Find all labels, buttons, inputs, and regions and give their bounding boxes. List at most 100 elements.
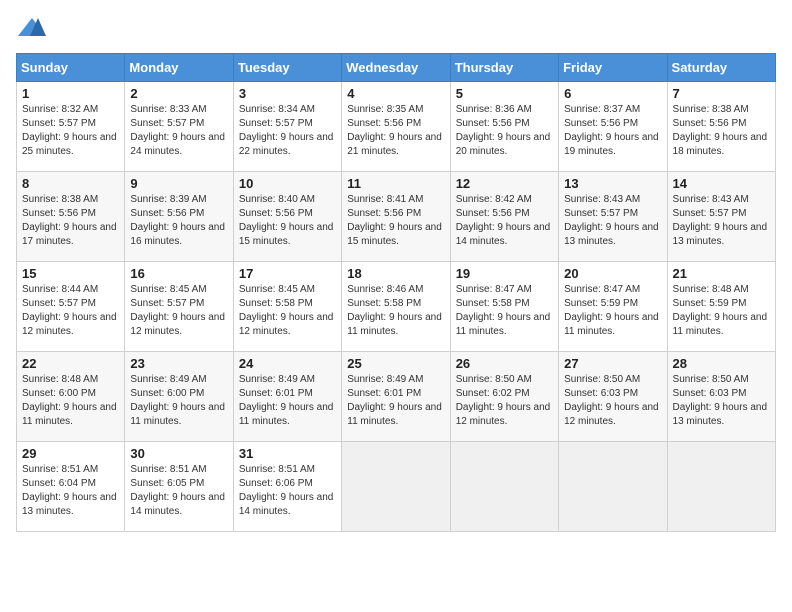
calendar-cell: 1 Sunrise: 8:32 AMSunset: 5:57 PMDaylight… [17, 82, 125, 172]
calendar-week-row: 29Sunrise: 8:51 AMSunset: 6:04 PMDayligh… [17, 442, 776, 532]
day-info: Sunrise: 8:46 AMSunset: 5:58 PMDaylight:… [347, 284, 442, 337]
day-number: 16 [130, 266, 227, 281]
calendar-cell: 26 Sunrise: 8:50 AMSunset: 6:02 PMDayligh… [450, 352, 558, 442]
calendar-cell: 8 Sunrise: 8:38 AMSunset: 5:56 PMDaylight… [17, 172, 125, 262]
calendar-week-row: 15 Sunrise: 8:44 AMSunset: 5:57 PMDayligh… [17, 262, 776, 352]
day-number: 15 [22, 266, 119, 281]
day-number: 22 [22, 356, 119, 371]
day-number: 17 [239, 266, 336, 281]
calendar-cell [667, 442, 775, 532]
day-info: Sunrise: 8:50 AMSunset: 6:03 PMDaylight:… [673, 374, 768, 427]
day-number: 24 [239, 356, 336, 371]
day-info: Sunrise: 8:37 AMSunset: 5:56 PMDaylight:… [564, 104, 659, 157]
calendar-cell: 21 Sunrise: 8:48 AMSunset: 5:59 PMDayligh… [667, 262, 775, 352]
day-number: 3 [239, 86, 336, 101]
day-info: Sunrise: 8:44 AMSunset: 5:57 PMDaylight:… [22, 284, 117, 337]
day-number: 30 [130, 446, 227, 461]
day-number: 9 [130, 176, 227, 191]
calendar-cell: 9 Sunrise: 8:39 AMSunset: 5:56 PMDaylight… [125, 172, 233, 262]
day-number: 29 [22, 446, 119, 461]
weekday-header-thursday: Thursday [450, 54, 558, 82]
calendar-cell: 15 Sunrise: 8:44 AMSunset: 5:57 PMDayligh… [17, 262, 125, 352]
day-info: Sunrise: 8:43 AMSunset: 5:57 PMDaylight:… [564, 194, 659, 247]
day-number: 5 [456, 86, 553, 101]
day-number: 8 [22, 176, 119, 191]
calendar-cell: 19Sunrise: 8:47 AMSunset: 5:58 PMDayligh… [450, 262, 558, 352]
calendar-table: SundayMondayTuesdayWednesdayThursdayFrid… [16, 53, 776, 532]
day-info: Sunrise: 8:45 AMSunset: 5:57 PMDaylight:… [130, 284, 225, 337]
day-number: 26 [456, 356, 553, 371]
day-number: 12 [456, 176, 553, 191]
day-info: Sunrise: 8:42 AMSunset: 5:56 PMDaylight:… [456, 194, 551, 247]
day-info: Sunrise: 8:47 AMSunset: 5:58 PMDaylight:… [456, 284, 551, 337]
day-info: Sunrise: 8:35 AMSunset: 5:56 PMDaylight:… [347, 104, 442, 157]
calendar-cell: 6 Sunrise: 8:37 AMSunset: 5:56 PMDaylight… [559, 82, 667, 172]
day-info: Sunrise: 8:48 AMSunset: 5:59 PMDaylight:… [673, 284, 768, 337]
calendar-cell: 18Sunrise: 8:46 AMSunset: 5:58 PMDayligh… [342, 262, 450, 352]
calendar-cell: 14 Sunrise: 8:43 AMSunset: 5:57 PMDayligh… [667, 172, 775, 262]
day-number: 10 [239, 176, 336, 191]
calendar-cell: 17 Sunrise: 8:45 AMSunset: 5:58 PMDayligh… [233, 262, 341, 352]
day-info: Sunrise: 8:38 AMSunset: 5:56 PMDaylight:… [22, 194, 117, 247]
day-number: 13 [564, 176, 661, 191]
day-info: Sunrise: 8:38 AMSunset: 5:56 PMDaylight:… [673, 104, 768, 157]
calendar-cell: 7 Sunrise: 8:38 AMSunset: 5:56 PMDaylight… [667, 82, 775, 172]
day-number: 1 [22, 86, 119, 101]
calendar-cell: 31 Sunrise: 8:51 AMSunset: 6:06 PMDayligh… [233, 442, 341, 532]
weekday-header-monday: Monday [125, 54, 233, 82]
day-info: Sunrise: 8:45 AMSunset: 5:58 PMDaylight:… [239, 284, 334, 337]
day-number: 25 [347, 356, 444, 371]
day-info: Sunrise: 8:48 AMSunset: 6:00 PMDaylight:… [22, 374, 117, 427]
day-info: Sunrise: 8:49 AMSunset: 6:00 PMDaylight:… [130, 374, 225, 427]
calendar-cell: 24 Sunrise: 8:49 AMSunset: 6:01 PMDayligh… [233, 352, 341, 442]
day-info: Sunrise: 8:49 AMSunset: 6:01 PMDaylight:… [239, 374, 334, 427]
day-info: Sunrise: 8:51 AMSunset: 6:06 PMDaylight:… [239, 464, 334, 517]
day-info: Sunrise: 8:50 AMSunset: 6:02 PMDaylight:… [456, 374, 551, 427]
day-info: Sunrise: 8:39 AMSunset: 5:56 PMDaylight:… [130, 194, 225, 247]
calendar-cell: 3 Sunrise: 8:34 AMSunset: 5:57 PMDaylight… [233, 82, 341, 172]
day-info: Sunrise: 8:36 AMSunset: 5:56 PMDaylight:… [456, 104, 551, 157]
day-number: 23 [130, 356, 227, 371]
day-info: Sunrise: 8:43 AMSunset: 5:57 PMDaylight:… [673, 194, 768, 247]
weekday-header-saturday: Saturday [667, 54, 775, 82]
weekday-header-sunday: Sunday [17, 54, 125, 82]
weekday-header-tuesday: Tuesday [233, 54, 341, 82]
day-number: 4 [347, 86, 444, 101]
day-number: 21 [673, 266, 770, 281]
calendar-week-row: 8 Sunrise: 8:38 AMSunset: 5:56 PMDaylight… [17, 172, 776, 262]
day-number: 7 [673, 86, 770, 101]
calendar-cell: 22 Sunrise: 8:48 AMSunset: 6:00 PMDayligh… [17, 352, 125, 442]
day-number: 31 [239, 446, 336, 461]
day-info: Sunrise: 8:41 AMSunset: 5:56 PMDaylight:… [347, 194, 442, 247]
calendar-cell: 5 Sunrise: 8:36 AMSunset: 5:56 PMDaylight… [450, 82, 558, 172]
day-number: 27 [564, 356, 661, 371]
day-number: 6 [564, 86, 661, 101]
calendar-cell: 27 Sunrise: 8:50 AMSunset: 6:03 PMDayligh… [559, 352, 667, 442]
calendar-cell: 11 Sunrise: 8:41 AMSunset: 5:56 PMDayligh… [342, 172, 450, 262]
calendar-cell: 2 Sunrise: 8:33 AMSunset: 5:57 PMDaylight… [125, 82, 233, 172]
calendar-week-row: 1 Sunrise: 8:32 AMSunset: 5:57 PMDaylight… [17, 82, 776, 172]
day-info: Sunrise: 8:32 AMSunset: 5:57 PMDaylight:… [22, 104, 117, 157]
day-number: 11 [347, 176, 444, 191]
logo [16, 16, 46, 43]
weekday-header-friday: Friday [559, 54, 667, 82]
day-info: Sunrise: 8:49 AMSunset: 6:01 PMDaylight:… [347, 374, 442, 427]
calendar-cell: 10 Sunrise: 8:40 AMSunset: 5:56 PMDayligh… [233, 172, 341, 262]
calendar-cell: 4 Sunrise: 8:35 AMSunset: 5:56 PMDaylight… [342, 82, 450, 172]
day-info: Sunrise: 8:33 AMSunset: 5:57 PMDaylight:… [130, 104, 225, 157]
calendar-week-row: 22 Sunrise: 8:48 AMSunset: 6:00 PMDayligh… [17, 352, 776, 442]
day-info: Sunrise: 8:40 AMSunset: 5:56 PMDaylight:… [239, 194, 334, 247]
calendar-cell: 30Sunrise: 8:51 AMSunset: 6:05 PMDayligh… [125, 442, 233, 532]
calendar-cell [559, 442, 667, 532]
calendar-cell: 23 Sunrise: 8:49 AMSunset: 6:00 PMDayligh… [125, 352, 233, 442]
calendar-cell: 13 Sunrise: 8:43 AMSunset: 5:57 PMDayligh… [559, 172, 667, 262]
day-number: 20 [564, 266, 661, 281]
day-info: Sunrise: 8:47 AMSunset: 5:59 PMDaylight:… [564, 284, 659, 337]
day-number: 2 [130, 86, 227, 101]
calendar-cell: 25 Sunrise: 8:49 AMSunset: 6:01 PMDayligh… [342, 352, 450, 442]
day-info: Sunrise: 8:50 AMSunset: 6:03 PMDaylight:… [564, 374, 659, 427]
day-info: Sunrise: 8:34 AMSunset: 5:57 PMDaylight:… [239, 104, 334, 157]
day-number: 14 [673, 176, 770, 191]
calendar-cell: 12 Sunrise: 8:42 AMSunset: 5:56 PMDayligh… [450, 172, 558, 262]
calendar-cell: 20 Sunrise: 8:47 AMSunset: 5:59 PMDayligh… [559, 262, 667, 352]
